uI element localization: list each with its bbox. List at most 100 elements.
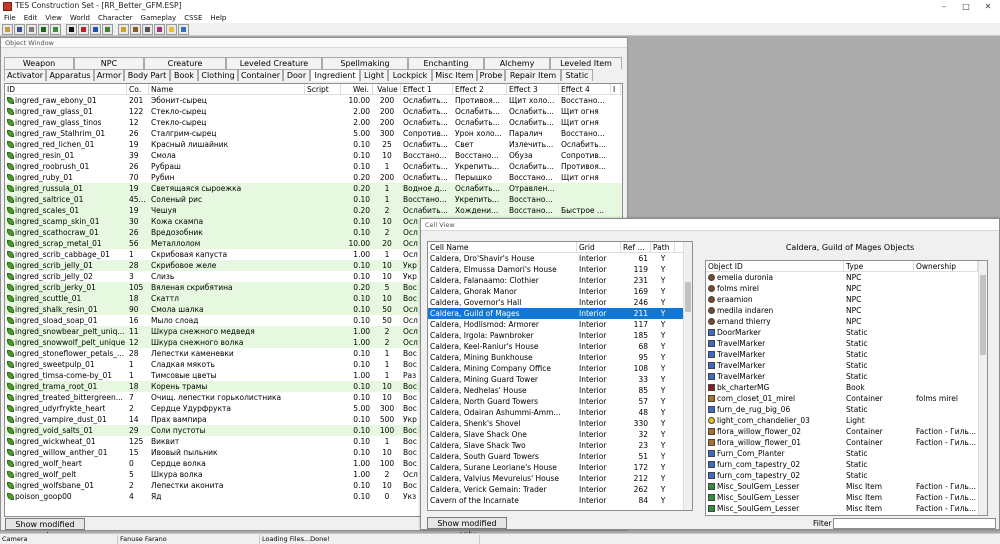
table-row[interactable]: Caldera, Irgola: Pawnbroker Interior 185 Y: [428, 330, 692, 341]
tab-misc-item[interactable]: Misc Item: [432, 69, 477, 81]
table-row[interactable]: com_closet_01_mirel Container folms mirel: [706, 393, 987, 404]
tab-light[interactable]: Light: [360, 69, 388, 81]
table-row[interactable]: ingred_roobrush_01 26 Рубраш 0.10 1 Ослабить.…: [5, 161, 622, 172]
camera-icon[interactable]: [154, 23, 165, 35]
table-row[interactable]: ingred_russula_01 19 Светящаяся сыроежка 0.…: [5, 183, 622, 194]
tab-clothing[interactable]: Clothing: [198, 69, 238, 81]
table-row[interactable]: Furn_Com_Planter Static: [706, 448, 987, 459]
table-row[interactable]: Misc_SoulGem_Lesser Misc Item Faction - Ги…: [706, 492, 987, 503]
table-row[interactable]: Caldera, Mining Guard Tower Interior 33 Y: [428, 374, 692, 385]
help-icon[interactable]: [178, 23, 189, 35]
table-row[interactable]: ingred_raw_ebony_01 201 Эбонит-сырец 10.00 2…: [5, 95, 622, 106]
table-row[interactable]: ingred_raw_glass_tinos 12 Стекло-сырец 2.00…: [5, 117, 622, 128]
tab-creature[interactable]: Creature: [144, 57, 226, 69]
table-row[interactable]: Caldera, Hodlismod: Armorer Interior 117 Y: [428, 319, 692, 330]
tab-leveled-item[interactable]: Leveled Item: [550, 57, 622, 69]
col-weight[interactable]: Wei.: [341, 84, 373, 94]
col-count[interactable]: Co.: [127, 84, 149, 94]
table-row[interactable]: ingred_saltrice_01 45... Соленый рис 0.10 1 В…: [5, 194, 622, 205]
table-row[interactable]: flora_willow_flower_01 Container Faction -…: [706, 437, 987, 448]
scroll-thumb[interactable]: [685, 282, 691, 312]
tab-repair-item[interactable]: Repair Item: [505, 69, 561, 81]
table-row[interactable]: Caldera, South Guard Towers Interior 51 Y: [428, 451, 692, 462]
table-row[interactable]: Caldera, Mining Bunkhouse Interior 95 Y: [428, 352, 692, 363]
table-row[interactable]: bk_charterMG Book: [706, 382, 987, 393]
col-effect-1[interactable]: Effect 1: [401, 84, 453, 94]
table-row[interactable]: Caldera, Ghorak Manor Interior 169 Y: [428, 286, 692, 297]
cell-icon[interactable]: [66, 23, 77, 35]
tab-activator[interactable]: Activator: [4, 69, 46, 81]
table-row[interactable]: DoorMarker Static: [706, 327, 987, 338]
table-row[interactable]: Caldera, Mining Company Office Interior 10…: [428, 363, 692, 374]
cell-objects-list[interactable]: Object ID Type Ownership emelia duronia N…: [705, 260, 988, 516]
table-row[interactable]: Caldera, Shenk's Shovel Interior 330 Y: [428, 418, 692, 429]
table-row[interactable]: Caldera, Guild of Mages Interior 211 Y: [428, 308, 692, 319]
menu-view[interactable]: View: [41, 13, 66, 23]
col-effect-2[interactable]: Effect 2: [453, 84, 507, 94]
cell-show-modified-only-button[interactable]: Show modified only: [427, 517, 507, 539]
menu-file[interactable]: File: [0, 13, 20, 23]
table-row[interactable]: ingred_raw_glass_01 122 Стекло-сырец 2.00 20…: [5, 106, 622, 117]
table-row[interactable]: flora_willow_flower_02 Container Faction -…: [706, 426, 987, 437]
cell-objects-scrollbar[interactable]: [978, 261, 987, 515]
cell-list-scrollbar[interactable]: [683, 242, 692, 510]
table-row[interactable]: folms mirel NPC: [706, 283, 987, 294]
options-icon[interactable]: [26, 23, 37, 35]
show-modified-only-button[interactable]: Show modified only: [5, 518, 85, 540]
table-row[interactable]: emelia duronia NPC: [706, 272, 987, 283]
menu-gameplay[interactable]: Gameplay: [137, 13, 181, 23]
tab-ingredient[interactable]: Ingredient: [310, 69, 360, 81]
maximize-button[interactable]: □: [955, 0, 977, 13]
col-grid[interactable]: Grid: [577, 242, 621, 252]
dialogue-icon[interactable]: [130, 23, 141, 35]
fog-icon[interactable]: [142, 23, 153, 35]
table-row[interactable]: TravelMarker Static: [706, 360, 987, 371]
table-row[interactable]: Caldera, Odairan Ashummi-Amm... Interior 4…: [428, 407, 692, 418]
table-row[interactable]: Caldera, Nedhelas' House Interior 85 Y: [428, 385, 692, 396]
table-row[interactable]: Caldera, Keel-Raniur's House Interior 68 Y: [428, 341, 692, 352]
scroll-thumb[interactable]: [980, 275, 986, 355]
table-row[interactable]: Cavern of the Incarnate Interior 84 Y: [428, 495, 692, 506]
tab-weapon[interactable]: Weapon: [4, 57, 74, 69]
tab-enchanting[interactable]: Enchanting: [408, 57, 484, 69]
col-type[interactable]: Type: [844, 261, 914, 271]
col-cell-name[interactable]: Cell Name: [428, 242, 577, 252]
table-row[interactable]: ingred_ruby_01 70 Рубин 0.20 200 Ослабить... П…: [5, 172, 622, 183]
col-ref[interactable]: Ref ...: [621, 242, 651, 252]
tab-leveled-creature[interactable]: Leveled Creature: [226, 57, 322, 69]
menu-character[interactable]: Character: [94, 13, 137, 23]
col-object-id[interactable]: Object ID: [706, 261, 844, 271]
table-row[interactable]: ingred_resin_01 39 Смола 0.10 10 Восстано... В…: [5, 150, 622, 161]
close-button[interactable]: ✕: [977, 0, 999, 13]
objects-icon[interactable]: [78, 23, 89, 35]
table-row[interactable]: Caldera, North Guard Towers Interior 57 Y: [428, 396, 692, 407]
col-effect-3[interactable]: Effect 3: [507, 84, 559, 94]
tab-probe[interactable]: Probe: [477, 69, 505, 81]
table-row[interactable]: Caldera, Surane Leoriane's House Interior…: [428, 462, 692, 473]
table-row[interactable]: Caldera, Governor's Hall Interior 246 Y: [428, 297, 692, 308]
open-icon[interactable]: [2, 23, 13, 35]
table-row[interactable]: TravelMarker Static: [706, 349, 987, 360]
table-row[interactable]: furn_de_rug_big_06 Static: [706, 404, 987, 415]
tab-body-part[interactable]: Body Part: [124, 69, 170, 81]
tab-door[interactable]: Door: [283, 69, 310, 81]
light-icon[interactable]: [166, 23, 177, 35]
table-row[interactable]: Misc_SoulGem_Lesser Misc Item Faction - Ги…: [706, 481, 987, 492]
col-name[interactable]: Name: [149, 84, 305, 94]
col-ownership[interactable]: Ownership: [914, 261, 978, 271]
sound-icon[interactable]: [102, 23, 113, 35]
tab-book[interactable]: Book: [170, 69, 198, 81]
filter-input[interactable]: [833, 518, 996, 529]
tab-spellmaking[interactable]: Spellmaking: [322, 57, 408, 69]
tab-npc[interactable]: NPC: [74, 57, 144, 69]
table-row[interactable]: ingred_red_lichen_01 19 Красный лишайник 0.…: [5, 139, 622, 150]
minimize-button[interactable]: –: [933, 0, 955, 13]
table-row[interactable]: Caldera, Slave Shack One Interior 32 Y: [428, 429, 692, 440]
col-value[interactable]: Value: [373, 84, 401, 94]
table-row[interactable]: Caldera, Slave Shack Two Interior 23 Y: [428, 440, 692, 451]
table-row[interactable]: ernand thierry NPC: [706, 316, 987, 327]
landscape-icon[interactable]: [50, 23, 61, 35]
render-icon[interactable]: [38, 23, 49, 35]
tab-armor[interactable]: Armor: [94, 69, 124, 81]
table-row[interactable]: Caldera, Dro'Shavir's House Interior 61 Y: [428, 253, 692, 264]
